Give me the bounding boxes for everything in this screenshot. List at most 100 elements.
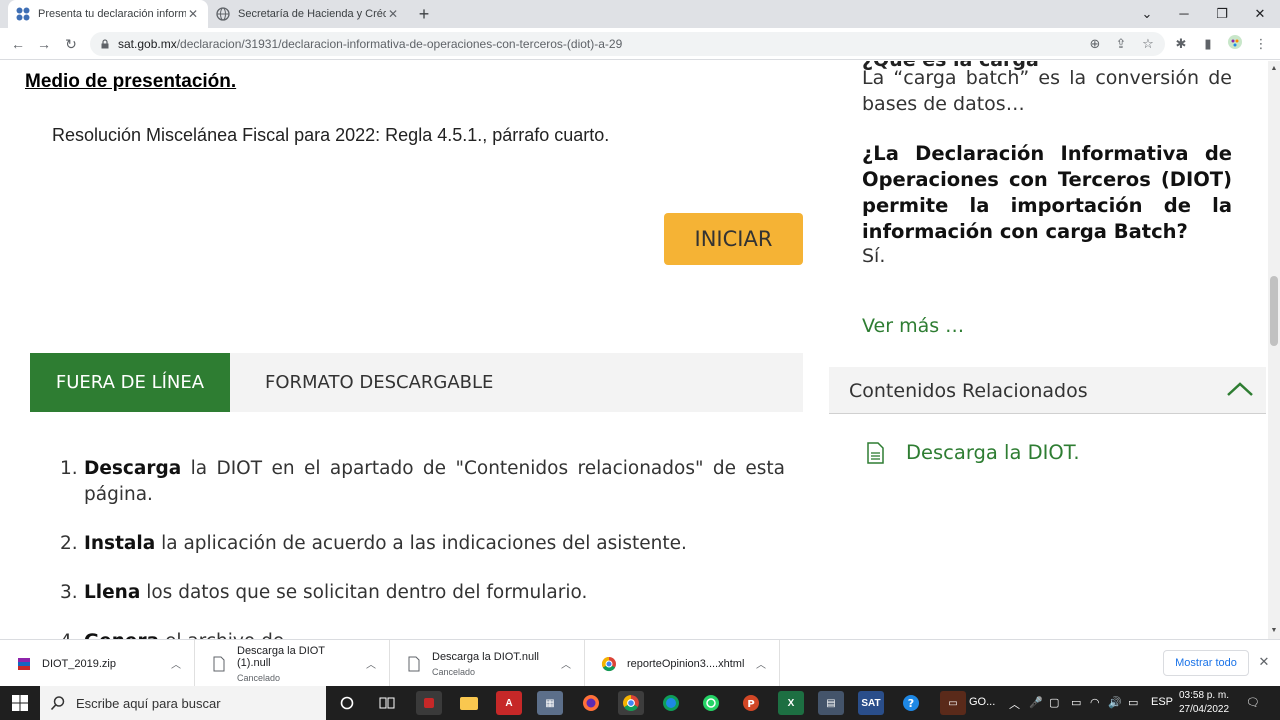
chevron-up-icon[interactable]: ︿: [166, 656, 186, 671]
file-explorer-icon[interactable]: [456, 691, 482, 715]
chevron-up-icon[interactable]: ︿: [361, 656, 381, 671]
chrome-icon: [601, 656, 616, 671]
step-verb: Descarga: [84, 458, 182, 479]
download-item[interactable]: Descarga la DIOT.null Cancelado ︿: [390, 640, 585, 687]
windows-taskbar: Escribe aquí para buscar A ▦ P X ▤ SAT ?…: [0, 686, 1280, 720]
app-icon[interactable]: ▭: [940, 691, 966, 715]
forward-icon[interactable]: →: [34, 34, 54, 54]
windows-start-icon[interactable]: [0, 686, 40, 720]
download-name: DIOT_2019.zip: [42, 657, 116, 670]
taskbar-go-label[interactable]: GO...: [969, 696, 995, 708]
volume-icon[interactable]: 🔊: [1108, 696, 1122, 709]
help-icon[interactable]: ?: [898, 691, 924, 715]
download-status: Cancelado: [237, 672, 281, 683]
tab-secretaria[interactable]: Secretaría de Hacienda y Crédito Público…: [208, 0, 408, 28]
lock-icon: [101, 39, 109, 49]
url-path: /declaracion/31931/declaracion-informati…: [176, 37, 623, 51]
minimize-icon[interactable]: ─: [1174, 4, 1194, 24]
chevron-up-icon[interactable]: [1226, 379, 1254, 399]
tab-formato-descargable[interactable]: FORMATO DESCARGABLE: [265, 353, 493, 412]
share-icon[interactable]: ⇪: [1112, 34, 1130, 54]
camera-icon[interactable]: ▢: [1049, 696, 1059, 709]
cortana-icon[interactable]: [334, 691, 360, 715]
tray-chevron-up-icon[interactable]: ︿: [1009, 696, 1020, 712]
search-icon: [50, 696, 65, 711]
battery-icon[interactable]: ▭: [1071, 696, 1081, 709]
page-scrollbar[interactable]: ▲ ▼: [1268, 61, 1280, 639]
descarga-diot-link[interactable]: Descarga la DIOT.: [866, 441, 1080, 464]
download-name: Descarga la DIOT.null: [432, 650, 539, 663]
tab-strip: Presenta tu declaración informativa ✕ Se…: [0, 0, 1280, 28]
chevron-up-icon[interactable]: ︿: [556, 656, 576, 671]
related-content-header[interactable]: Contenidos Relacionados: [829, 367, 1266, 414]
scroll-thumb[interactable]: [1270, 276, 1278, 346]
address-toolbar: ← → ↻ sat.gob.mx/declaracion/31931/decla…: [0, 28, 1280, 60]
download-item[interactable]: Descarga la DIOT (1).null Cancelado ︿: [195, 640, 390, 687]
list-item: 3. Llena los datos que se solicitan dent…: [60, 580, 785, 606]
presentation-tabs: FUERA DE LÍNEA FORMATO DESCARGABLE: [30, 353, 803, 412]
maximize-icon[interactable]: ❐: [1212, 4, 1232, 24]
step-rest: la aplicación de acuerdo a las indicacio…: [155, 533, 687, 554]
tab-title: Secretaría de Hacienda y Crédito Público: [238, 8, 386, 20]
tab-close-icon[interactable]: ✕: [386, 7, 400, 21]
edge-icon[interactable]: [658, 691, 684, 715]
list-item: 4. Genera el archivo de: [60, 629, 785, 639]
tab-presenta[interactable]: Presenta tu declaración informativa ✕: [8, 0, 208, 28]
close-downloads-icon[interactable]: ✕: [1256, 652, 1272, 672]
powerpoint-icon[interactable]: P: [738, 691, 764, 715]
app-icon[interactable]: ▤: [818, 691, 844, 715]
language-indicator[interactable]: ESP: [1151, 696, 1173, 708]
step-number: 1.: [60, 458, 78, 479]
taskbar-clock[interactable]: 03:58 p. m. 27/04/2022: [1172, 689, 1236, 717]
download-item[interactable]: reporteOpinion3....xhtml ︿: [585, 640, 780, 687]
taskbar-search-input[interactable]: Escribe aquí para buscar: [40, 686, 326, 720]
profile-avatar-icon[interactable]: [1226, 34, 1244, 54]
calculator-icon[interactable]: ▦: [537, 691, 563, 715]
scroll-down-arrow-icon[interactable]: ▼: [1268, 625, 1280, 637]
globe-icon: [216, 7, 230, 21]
download-item[interactable]: DIOT_2019.zip ︿: [0, 640, 195, 687]
tab-fuera-de-linea[interactable]: FUERA DE LÍNEA: [30, 353, 230, 412]
bookmark-star-icon[interactable]: ☆: [1139, 34, 1157, 54]
chrome-taskbar-icon[interactable]: [618, 691, 644, 715]
excel-icon[interactable]: X: [778, 691, 804, 715]
address-bar[interactable]: sat.gob.mx/declaracion/31931/declaracion…: [90, 32, 1165, 56]
sat-app-icon[interactable]: SAT: [858, 691, 884, 715]
document-icon: [867, 441, 884, 464]
file-icon: [213, 656, 225, 671]
new-tab-button[interactable]: +: [414, 4, 434, 24]
tab-close-icon[interactable]: ✕: [186, 7, 200, 21]
reload-icon[interactable]: ↻: [61, 34, 81, 54]
notifications-icon[interactable]: 🗨: [1246, 696, 1260, 709]
zoom-icon[interactable]: ⊕: [1086, 34, 1104, 54]
file-icon: [408, 656, 420, 671]
keyboard-icon[interactable]: ▭: [1128, 696, 1138, 709]
whatsapp-icon[interactable]: [698, 691, 724, 715]
extensions-icon[interactable]: ✱: [1172, 34, 1190, 54]
back-icon[interactable]: ←: [8, 34, 28, 54]
app-icon[interactable]: [416, 691, 442, 715]
chevron-up-icon[interactable]: ︿: [751, 656, 771, 671]
firefox-icon[interactable]: [578, 691, 604, 715]
close-window-icon[interactable]: ✕: [1250, 4, 1270, 24]
step-verb: Llena: [84, 582, 141, 603]
step-rest: el archivo de: [159, 631, 284, 639]
url-host: sat.gob.mx: [118, 37, 177, 51]
iniciar-button[interactable]: INICIAR: [664, 213, 803, 265]
step-number: 3.: [60, 582, 78, 603]
mostrar-todo-button[interactable]: Mostrar todo: [1163, 650, 1249, 676]
step-rest: la DIOT en el apartado de "Contenidos re…: [84, 458, 785, 505]
menu-kebab-icon[interactable]: ⋮: [1252, 34, 1270, 54]
tab-search-chevron-icon[interactable]: ⌄: [1137, 4, 1157, 24]
microphone-icon[interactable]: 🎤: [1029, 696, 1043, 709]
ver-mas-link[interactable]: Ver más …: [862, 315, 964, 337]
task-view-icon[interactable]: [374, 691, 400, 715]
list-item: 1. Descarga la DIOT en el apartado de "C…: [60, 456, 785, 508]
sidepanel-icon[interactable]: ▮: [1199, 34, 1217, 54]
step-verb: Genera: [84, 631, 159, 639]
wifi-icon[interactable]: ◠: [1090, 696, 1100, 709]
svg-text:P: P: [747, 699, 754, 710]
svg-text:?: ?: [908, 697, 914, 710]
acrobat-icon[interactable]: A: [496, 691, 522, 715]
scroll-up-arrow-icon[interactable]: ▲: [1268, 63, 1280, 75]
